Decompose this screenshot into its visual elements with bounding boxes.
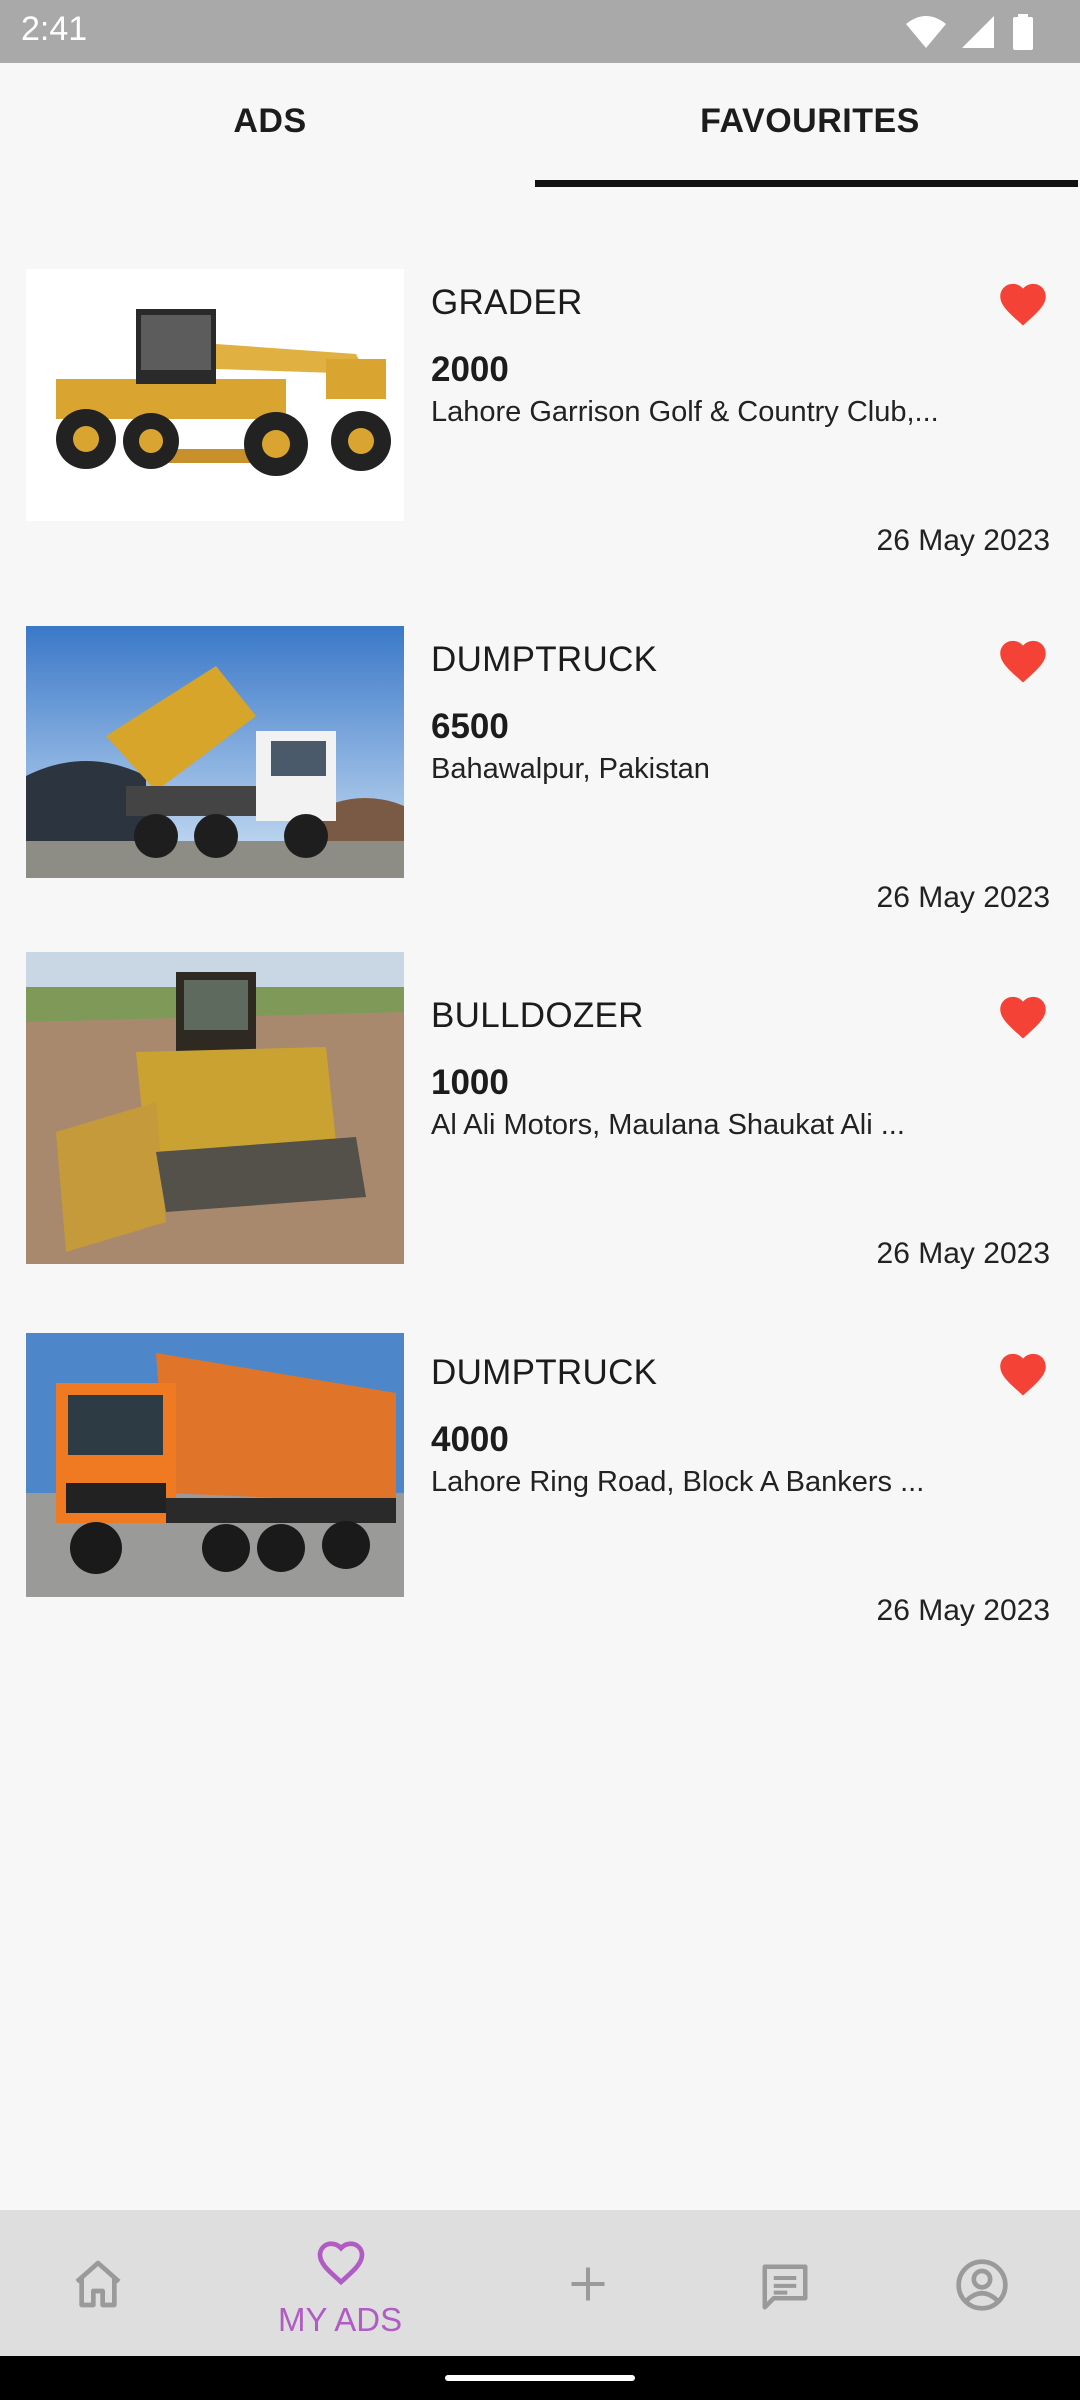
home-gesture-handle[interactable] xyxy=(445,2375,635,2381)
ad-location: Lahore Ring Road, Block A Bankers ... xyxy=(431,1466,925,1498)
nav-account[interactable] xyxy=(884,2210,1080,2356)
bottom-navigation: MY ADS xyxy=(0,2210,1080,2356)
home-icon xyxy=(75,2260,121,2308)
favourite-heart-icon[interactable] xyxy=(995,1347,1051,1397)
nav-my-ads[interactable]: MY ADS xyxy=(196,2210,492,2356)
status-icons xyxy=(904,14,1054,50)
favourite-heart-icon[interactable] xyxy=(995,990,1051,1040)
heart-outline-icon xyxy=(317,2241,365,2286)
ad-location: Lahore Garrison Golf & Country Club,... xyxy=(431,396,939,428)
ad-location: Bahawalpur, Pakistan xyxy=(431,753,710,785)
status-time: 2:41 xyxy=(21,10,88,48)
status-bar: 2:41 xyxy=(0,0,1080,63)
account-icon xyxy=(956,2259,1008,2311)
tab-favourites[interactable]: FAVOURITES xyxy=(540,63,1080,191)
battery-icon xyxy=(1013,14,1033,50)
plus-icon xyxy=(571,2267,605,2301)
ad-image xyxy=(26,626,404,878)
nav-add[interactable] xyxy=(492,2210,688,2356)
ad-title: DUMPTRUCK xyxy=(431,1353,658,1392)
list-item[interactable]: BULLDOZER 1000 Al Ali Motors, Maulana Sh… xyxy=(0,904,1080,1270)
ad-location: Al Ali Motors, Maulana Shaukat Ali ... xyxy=(431,1109,905,1141)
ad-price: 2000 xyxy=(431,350,509,389)
ad-price: 4000 xyxy=(431,1420,509,1459)
system-gesture-bar xyxy=(0,2356,1080,2400)
wifi-icon xyxy=(906,16,946,48)
ad-title: BULLDOZER xyxy=(431,996,644,1035)
chat-icon xyxy=(762,2264,808,2310)
nav-messages[interactable] xyxy=(688,2210,884,2356)
ad-image xyxy=(26,952,404,1264)
tab-bar: ADS FAVOURITES xyxy=(0,63,1080,191)
tab-ads[interactable]: ADS xyxy=(0,63,540,191)
nav-home[interactable] xyxy=(0,2210,196,2356)
favourite-heart-icon[interactable] xyxy=(995,634,1051,684)
ad-price: 1000 xyxy=(431,1063,509,1102)
ad-image xyxy=(26,1333,404,1597)
list-item[interactable]: GRADER 2000 Lahore Garrison Golf & Count… xyxy=(0,191,1080,557)
cell-signal-icon xyxy=(962,16,994,48)
ad-date: 26 May 2023 xyxy=(876,1594,1050,1627)
ad-title: GRADER xyxy=(431,283,583,322)
favourite-heart-icon[interactable] xyxy=(995,277,1051,327)
ad-price: 6500 xyxy=(431,707,509,746)
nav-label-my-ads: MY ADS xyxy=(278,2301,403,2338)
list-item[interactable]: DUMPTRUCK 6500 Bahawalpur, Pakistan 26 M… xyxy=(0,548,1080,914)
ad-title: DUMPTRUCK xyxy=(431,640,658,679)
tab-indicator xyxy=(535,180,1078,187)
ad-image xyxy=(26,269,404,521)
list-item[interactable]: DUMPTRUCK 4000 Lahore Ring Road, Block A… xyxy=(0,1261,1080,1627)
